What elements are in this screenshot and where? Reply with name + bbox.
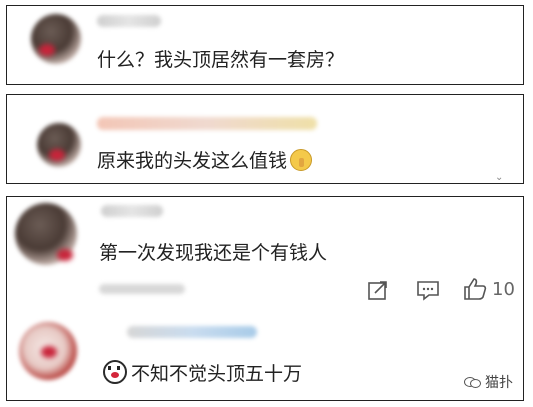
shushing-face-emoji — [290, 149, 313, 171]
comment-card-3: 第一次发现我还是个有钱人 10 不知不觉头顶五十万 猫扑 — [6, 196, 524, 401]
avatar[interactable] — [19, 322, 77, 380]
wechat-logo-icon — [464, 376, 482, 388]
comment-text: 第一次发现我还是个有钱人 — [99, 242, 328, 264]
username-redacted — [101, 205, 163, 217]
like-count: 10 — [492, 279, 515, 300]
avatar[interactable] — [37, 123, 81, 167]
comment-text: 什么？我头顶居然有一套房？ — [97, 49, 345, 71]
avatar[interactable] — [15, 203, 77, 265]
username-redacted — [97, 15, 161, 27]
watermark-label: 猫扑 — [485, 375, 513, 391]
shocked-face-emoji — [103, 360, 127, 384]
username-redacted — [97, 117, 317, 130]
comment-icon[interactable] — [416, 279, 440, 301]
watermark: 猫扑 — [464, 372, 513, 392]
comment-text: 不知不觉头顶五十万 — [103, 360, 302, 386]
share-icon[interactable] — [367, 279, 389, 301]
comment-card-1: 什么？我头顶居然有一套房？ — [6, 5, 524, 85]
avatar[interactable] — [31, 14, 81, 64]
like-icon[interactable] — [463, 277, 487, 301]
timestamp-redacted — [99, 284, 185, 294]
comment-text-label: 不知不觉头顶五十万 — [131, 363, 303, 385]
username-redacted — [127, 326, 257, 338]
comment-text: 原来我的头发这么值钱 — [97, 149, 313, 173]
comment-card-2: 原来我的头发这么值钱 ⌄ — [6, 94, 524, 184]
comment-text-label: 原来我的头发这么值钱 — [97, 150, 288, 172]
chevron-icon: ⌄ — [495, 172, 504, 183]
